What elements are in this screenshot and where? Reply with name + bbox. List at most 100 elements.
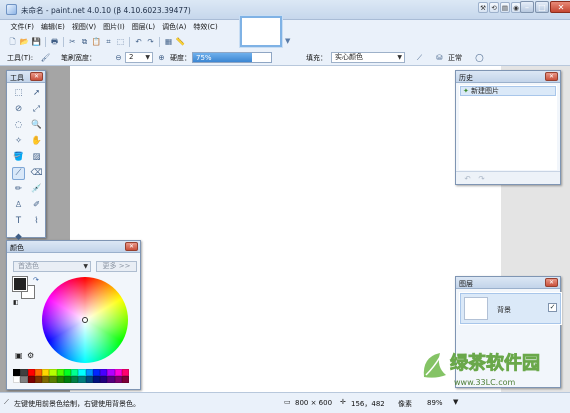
color-mode-select[interactable]: 首选色 ▼ bbox=[13, 261, 91, 272]
palette-swatch[interactable] bbox=[13, 369, 21, 376]
primary-color-swatch[interactable] bbox=[12, 276, 28, 292]
undo-icon[interactable]: ↶ bbox=[133, 36, 144, 47]
brush-width-input[interactable]: 2 ▼ bbox=[125, 52, 153, 63]
palette-swatch[interactable] bbox=[92, 369, 100, 376]
open-icon[interactable]: 📂 bbox=[19, 36, 30, 47]
rectangle-select-icon[interactable]: ⬚ bbox=[12, 87, 25, 100]
magic-wand-icon[interactable]: ✧ bbox=[12, 135, 25, 148]
increase-icon[interactable]: ⊕ bbox=[156, 52, 167, 63]
cut-icon[interactable]: ✂ bbox=[67, 36, 78, 47]
palette-swatch[interactable] bbox=[20, 376, 28, 383]
new-icon[interactable]: 🗋 bbox=[7, 36, 18, 47]
palette-swatch[interactable] bbox=[34, 369, 42, 376]
line-curve-icon[interactable]: ⌇ bbox=[30, 215, 43, 228]
color-picker-icon[interactable]: 💉 bbox=[30, 183, 43, 196]
ellipse-select-icon[interactable]: ◌ bbox=[12, 119, 25, 132]
close-button[interactable]: ✕ bbox=[550, 1, 570, 13]
deselect-icon[interactable]: ⬚ bbox=[115, 36, 126, 47]
document-thumbnail[interactable] bbox=[240, 16, 282, 47]
palette-swatch[interactable] bbox=[107, 376, 115, 383]
palette-add-icon[interactable]: ⚙ bbox=[27, 351, 34, 360]
paintbrush-icon[interactable]: ⟋ bbox=[12, 167, 25, 180]
layers-window-icon[interactable]: ▤ bbox=[500, 2, 510, 13]
eraser-icon[interactable]: ⌫ bbox=[30, 167, 43, 180]
paintbrush-icon[interactable]: 🖌 bbox=[40, 52, 51, 63]
close-icon[interactable]: ✕ bbox=[30, 72, 43, 81]
zoom-icon[interactable]: 🔍 bbox=[30, 119, 43, 132]
menu-edit[interactable]: 编辑(E) bbox=[38, 22, 69, 32]
palette-swatch[interactable] bbox=[13, 376, 21, 383]
palette-swatch[interactable] bbox=[56, 369, 64, 376]
more-button[interactable]: 更多 >> bbox=[96, 261, 137, 272]
paste-icon[interactable]: 📋 bbox=[91, 36, 102, 47]
close-icon[interactable]: ✕ bbox=[545, 72, 558, 81]
menu-adjustments[interactable]: 调色(A) bbox=[159, 22, 190, 32]
history-window-icon[interactable]: ⟲ bbox=[489, 2, 499, 13]
palette-swatch[interactable] bbox=[63, 369, 71, 376]
menu-effects[interactable]: 特效(C) bbox=[190, 22, 221, 32]
redo-icon[interactable]: ↷ bbox=[476, 173, 487, 184]
crop-icon[interactable]: ⌗ bbox=[103, 36, 114, 47]
palette-swatch[interactable] bbox=[121, 369, 129, 376]
tools-window-icon[interactable]: ⚒ bbox=[478, 2, 488, 13]
hardness-slider[interactable]: 75% bbox=[192, 52, 272, 63]
palette-swatch[interactable] bbox=[85, 369, 93, 376]
palette-swatch[interactable] bbox=[92, 376, 100, 383]
layer-row[interactable]: 背景 ✓ bbox=[460, 293, 561, 324]
palette-swatch[interactable] bbox=[85, 376, 93, 383]
clone-stamp-icon[interactable]: ♙ bbox=[12, 199, 25, 212]
palette-swatch[interactable] bbox=[49, 369, 57, 376]
palette-swatch[interactable] bbox=[121, 376, 129, 383]
close-icon[interactable]: ✕ bbox=[545, 278, 558, 287]
color-wheel-marker[interactable] bbox=[82, 317, 88, 323]
text-icon[interactable]: T bbox=[12, 215, 25, 228]
copy-icon[interactable]: ⧉ bbox=[79, 36, 90, 47]
minimize-button[interactable]: – bbox=[520, 1, 534, 13]
selection-mode-icon[interactable]: ◯ bbox=[474, 52, 485, 63]
palette-swatch[interactable] bbox=[27, 376, 35, 383]
blend-mode-icon[interactable]: ⛁ bbox=[434, 52, 445, 63]
history-item[interactable]: ✦ 新建图片 bbox=[460, 86, 556, 96]
palette-swatch[interactable] bbox=[114, 376, 122, 383]
print-icon[interactable]: 🖶 bbox=[49, 36, 60, 47]
antialias-icon[interactable]: ⟋ bbox=[414, 52, 425, 63]
undo-icon[interactable]: ↶ bbox=[462, 173, 473, 184]
close-icon[interactable]: ✕ bbox=[125, 242, 138, 251]
zoom-dropdown-icon[interactable]: ▼ bbox=[453, 398, 458, 406]
layer-visibility-checkbox[interactable]: ✓ bbox=[548, 303, 557, 312]
move-selection-icon[interactable]: ➚ bbox=[30, 87, 43, 100]
palette-swatch[interactable] bbox=[56, 376, 64, 383]
reset-colors-icon[interactable]: ◧ bbox=[13, 299, 19, 306]
palette-swatch[interactable] bbox=[27, 369, 35, 376]
menu-layers[interactable]: 图层(L) bbox=[128, 22, 158, 32]
palette-swatch[interactable] bbox=[20, 369, 28, 376]
fill-select[interactable]: 实心颜色 ▼ bbox=[331, 52, 405, 63]
palette-swatch[interactable] bbox=[100, 369, 108, 376]
palette-swatch[interactable] bbox=[42, 376, 50, 383]
recolor-icon[interactable]: ✐ bbox=[30, 199, 43, 212]
decrease-icon[interactable]: ⊖ bbox=[113, 52, 124, 63]
palette-swatch[interactable] bbox=[107, 369, 115, 376]
pan-icon[interactable]: ✋ bbox=[30, 135, 43, 148]
blend-mode-value[interactable]: 正常 bbox=[448, 53, 462, 63]
redo-icon[interactable]: ↷ bbox=[145, 36, 156, 47]
menu-file[interactable]: 文件(F) bbox=[7, 22, 38, 32]
palette-swatch[interactable] bbox=[114, 369, 122, 376]
palette-swatch[interactable] bbox=[71, 369, 79, 376]
menu-view[interactable]: 视图(V) bbox=[68, 22, 99, 32]
chevron-down-icon[interactable]: ▼ bbox=[285, 37, 290, 45]
maximize-button[interactable]: □ bbox=[535, 1, 549, 13]
color-palette[interactable] bbox=[13, 369, 129, 383]
paint-bucket-icon[interactable]: 🪣 bbox=[12, 151, 25, 164]
grid-icon[interactable]: ▦ bbox=[163, 36, 174, 47]
palette-swatch[interactable] bbox=[71, 376, 79, 383]
lasso-select-icon[interactable]: ⊘ bbox=[12, 103, 25, 116]
palette-swatch[interactable] bbox=[100, 376, 108, 383]
palette-menu-icon[interactable]: ▣ bbox=[15, 351, 23, 360]
menu-image[interactable]: 图片(I) bbox=[100, 22, 129, 32]
palette-swatch[interactable] bbox=[34, 376, 42, 383]
zoom-value[interactable]: 89% bbox=[427, 399, 443, 407]
save-icon[interactable]: 💾 bbox=[31, 36, 42, 47]
units-select[interactable]: 像素 bbox=[398, 399, 412, 409]
move-selected-icon[interactable]: ⤢ bbox=[30, 103, 43, 116]
